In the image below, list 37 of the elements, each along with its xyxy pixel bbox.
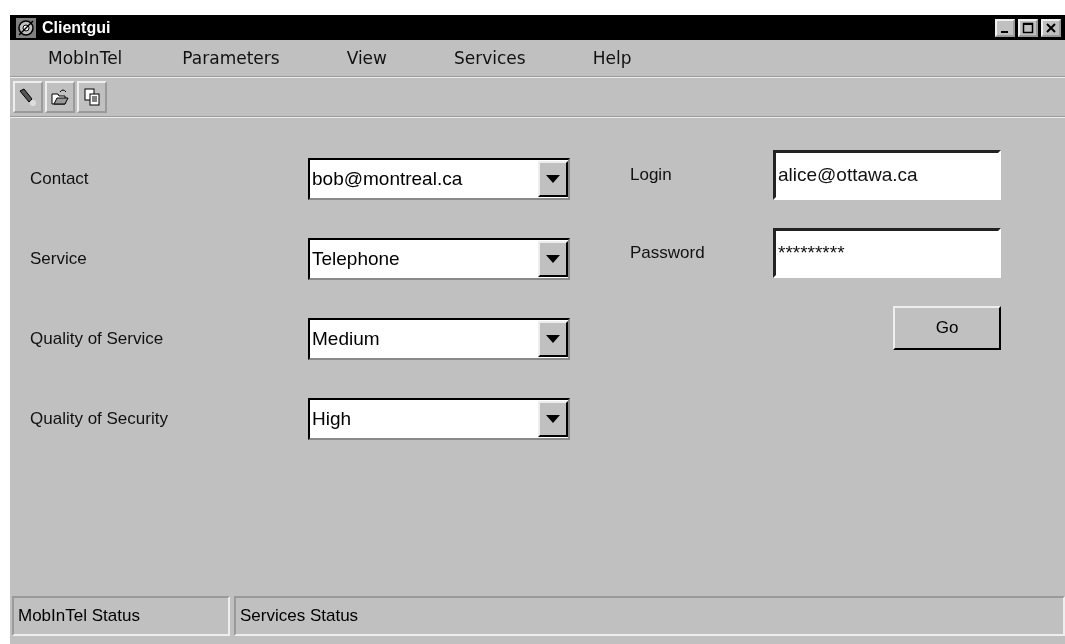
folder-icon	[50, 87, 70, 107]
dropdown-arrow-icon	[546, 414, 560, 424]
go-button[interactable]: Go	[893, 306, 1001, 350]
field-label: Password	[630, 243, 706, 263]
dropdown-arrow-icon	[546, 174, 560, 184]
copy-button[interactable]	[77, 81, 107, 113]
maximize-button[interactable]	[1018, 18, 1038, 37]
menu-item[interactable]: Help	[567, 48, 632, 68]
flashlight-icon	[18, 87, 38, 107]
open-button[interactable]	[45, 81, 75, 113]
close-button[interactable]	[1041, 18, 1061, 37]
field-label: Contact	[30, 169, 90, 189]
status-panel: Services Status	[234, 596, 1065, 636]
menu-item[interactable]: Parameters	[157, 48, 280, 68]
window-title: Clientgui	[42, 18, 111, 37]
maximize-icon	[1022, 21, 1034, 34]
login-field[interactable]: alice@ottawa.ca	[773, 150, 1001, 200]
status-panel: MobInTel Status	[12, 596, 230, 636]
password-field[interactable]: *********	[773, 228, 1001, 278]
copy-icon	[82, 87, 102, 107]
flashlight-button[interactable]	[13, 81, 43, 113]
close-icon	[1045, 21, 1057, 34]
menu-item[interactable]: MobInTel	[10, 48, 123, 68]
dropdown[interactable]: High	[308, 398, 570, 440]
menu-item[interactable]: Services	[429, 48, 526, 68]
field-label: Service	[30, 249, 88, 269]
dropdown[interactable]: bob@montreal.ca	[308, 158, 570, 200]
menu-item[interactable]: View	[321, 48, 387, 68]
dropdown-arrow-icon	[546, 254, 560, 264]
minimize-icon	[1000, 30, 1008, 33]
minimize-button[interactable]	[995, 18, 1015, 37]
field-label: Quality of Security	[30, 409, 169, 429]
dropdown-arrow-icon	[546, 334, 560, 344]
dropdown[interactable]: Telephone	[308, 238, 570, 280]
field-label: Login	[630, 165, 673, 185]
field-label: Quality of Service	[30, 329, 165, 349]
dropdown[interactable]: Medium	[308, 318, 570, 360]
